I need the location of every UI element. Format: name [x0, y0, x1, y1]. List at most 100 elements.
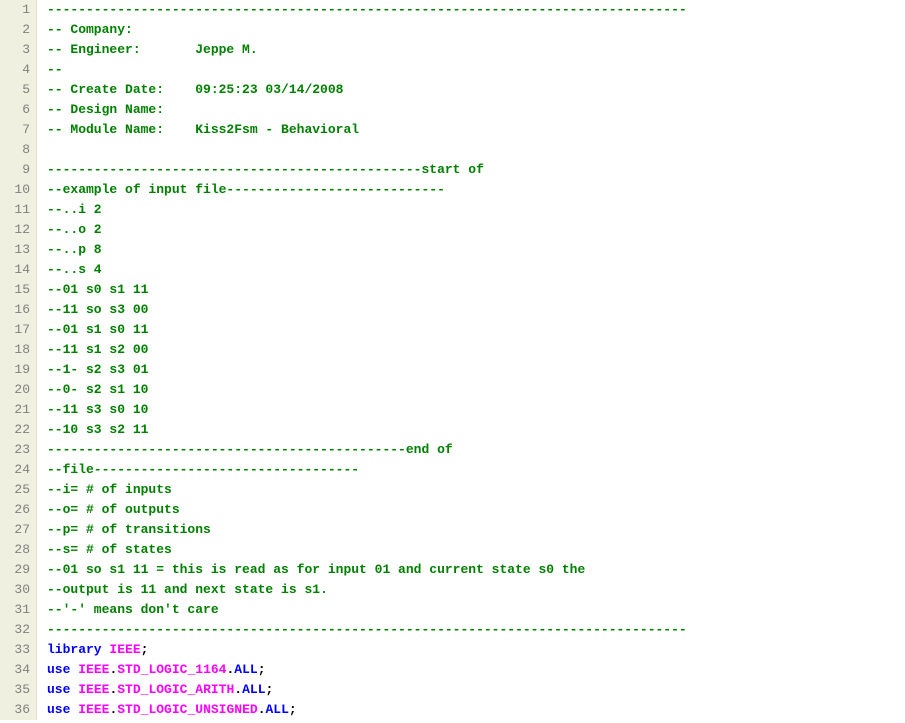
token-comment: --11 s1 s2 00: [47, 342, 148, 357]
code-line[interactable]: ----------------------------------------…: [47, 440, 687, 460]
line-number: 11: [4, 200, 30, 220]
code-line[interactable]: --10 s3 s2 11: [47, 420, 687, 440]
code-line[interactable]: ----------------------------------------…: [47, 0, 687, 20]
token-comment: --01 so s1 11 = this is read as for inpu…: [47, 562, 593, 577]
token-comment: --01 s0 s1 11: [47, 282, 148, 297]
line-number: 9: [4, 160, 30, 180]
token-keyword: use: [47, 702, 70, 717]
token-comment: -- Company:: [47, 22, 141, 37]
line-number: 8: [4, 140, 30, 160]
token-keyword: ALL: [266, 702, 289, 717]
line-number: 12: [4, 220, 30, 240]
token-comment: ----------------------------------------…: [47, 622, 687, 637]
token-keyword: ALL: [242, 682, 265, 697]
code-line[interactable]: --..o 2: [47, 220, 687, 240]
line-number: 21: [4, 400, 30, 420]
code-line[interactable]: --..i 2: [47, 200, 687, 220]
token-comment: --o= # of outputs: [47, 502, 180, 517]
token-comment: --..p 8: [47, 242, 102, 257]
line-number: 35: [4, 680, 30, 700]
code-line[interactable]: --: [47, 60, 687, 80]
code-line[interactable]: --..p 8: [47, 240, 687, 260]
line-number: 16: [4, 300, 30, 320]
token-comment: --s= # of states: [47, 542, 172, 557]
token-punct: ;: [258, 662, 266, 677]
code-line[interactable]: -- Design Name:: [47, 100, 687, 120]
line-number: 24: [4, 460, 30, 480]
token-keyword: ALL: [234, 662, 257, 677]
code-line[interactable]: use IEEE.STD_LOGIC_ARITH.ALL;: [47, 680, 687, 700]
code-line[interactable]: ----------------------------------------…: [47, 620, 687, 640]
line-number: 3: [4, 40, 30, 60]
line-number: 30: [4, 580, 30, 600]
token-comment: --11 s3 s0 10: [47, 402, 148, 417]
code-line[interactable]: --i= # of inputs: [47, 480, 687, 500]
code-area[interactable]: ----------------------------------------…: [37, 0, 687, 720]
code-line[interactable]: --01 s0 s1 11: [47, 280, 687, 300]
token-comment: --i= # of inputs: [47, 482, 172, 497]
token-comment: ----------------------------------------…: [47, 442, 460, 457]
token-keyword: use: [47, 682, 70, 697]
token-comment: --p= # of transitions: [47, 522, 211, 537]
line-number: 33: [4, 640, 30, 660]
line-number: 18: [4, 340, 30, 360]
code-line[interactable]: library IEEE;: [47, 640, 687, 660]
token-comment: --01 s1 s0 11: [47, 322, 148, 337]
code-line[interactable]: --'-' means don't care: [47, 600, 687, 620]
code-line[interactable]: use IEEE.STD_LOGIC_1164.ALL;: [47, 660, 687, 680]
line-number: 25: [4, 480, 30, 500]
token-comment: -- Design Name:: [47, 102, 172, 117]
code-line[interactable]: --output is 11 and next state is s1.: [47, 580, 687, 600]
token-lib: IEEE: [78, 682, 109, 697]
code-line[interactable]: --01 so s1 11 = this is read as for inpu…: [47, 560, 687, 580]
code-line[interactable]: --example of input file-----------------…: [47, 180, 687, 200]
line-number: 5: [4, 80, 30, 100]
line-number: 17: [4, 320, 30, 340]
line-number: 26: [4, 500, 30, 520]
code-line[interactable]: [47, 140, 687, 160]
token-comment: --11 so s3 00: [47, 302, 148, 317]
code-line[interactable]: --1- s2 s3 01: [47, 360, 687, 380]
token-comment: --: [47, 62, 63, 77]
line-number: 32: [4, 620, 30, 640]
code-line[interactable]: ----------------------------------------…: [47, 160, 687, 180]
code-line[interactable]: use IEEE.STD_LOGIC_UNSIGNED.ALL;: [47, 700, 687, 720]
code-line[interactable]: -- Module Name: Kiss2Fsm - Behavioral: [47, 120, 687, 140]
line-number: 6: [4, 100, 30, 120]
line-number: 2: [4, 20, 30, 40]
code-line[interactable]: --0- s2 s1 10: [47, 380, 687, 400]
code-line[interactable]: --..s 4: [47, 260, 687, 280]
line-number: 15: [4, 280, 30, 300]
token-lib: STD_LOGIC_UNSIGNED: [117, 702, 257, 717]
line-number: 31: [4, 600, 30, 620]
code-line[interactable]: -- Engineer: Jeppe M.: [47, 40, 687, 60]
line-number: 7: [4, 120, 30, 140]
code-line[interactable]: --s= # of states: [47, 540, 687, 560]
line-number: 19: [4, 360, 30, 380]
code-line[interactable]: --11 s1 s2 00: [47, 340, 687, 360]
code-editor: 1234567891011121314151617181920212223242…: [0, 0, 905, 720]
token-comment: ----------------------------------------…: [47, 2, 687, 17]
line-number: 36: [4, 700, 30, 720]
line-number: 4: [4, 60, 30, 80]
code-line[interactable]: --01 s1 s0 11: [47, 320, 687, 340]
code-line[interactable]: -- Company:: [47, 20, 687, 40]
line-number-gutter: 1234567891011121314151617181920212223242…: [0, 0, 37, 720]
token-lib: STD_LOGIC_1164: [117, 662, 226, 677]
code-line[interactable]: --o= # of outputs: [47, 500, 687, 520]
token-comment: -- Module Name: Kiss2Fsm - Behavioral: [47, 122, 367, 137]
code-line[interactable]: --file----------------------------------: [47, 460, 687, 480]
line-number: 20: [4, 380, 30, 400]
token-comment: -- Engineer: Jeppe M.: [47, 42, 258, 57]
token-lib: STD_LOGIC_ARITH: [117, 682, 234, 697]
token-punct: ;: [266, 682, 274, 697]
code-line[interactable]: -- Create Date: 09:25:23 03/14/2008: [47, 80, 687, 100]
token-keyword: library: [47, 642, 102, 657]
token-comment: --1- s2 s3 01: [47, 362, 148, 377]
code-line[interactable]: --11 so s3 00: [47, 300, 687, 320]
token-punct: .: [258, 702, 266, 717]
token-comment: --'-' means don't care: [47, 602, 219, 617]
code-line[interactable]: --11 s3 s0 10: [47, 400, 687, 420]
code-line[interactable]: --p= # of transitions: [47, 520, 687, 540]
line-number: 22: [4, 420, 30, 440]
